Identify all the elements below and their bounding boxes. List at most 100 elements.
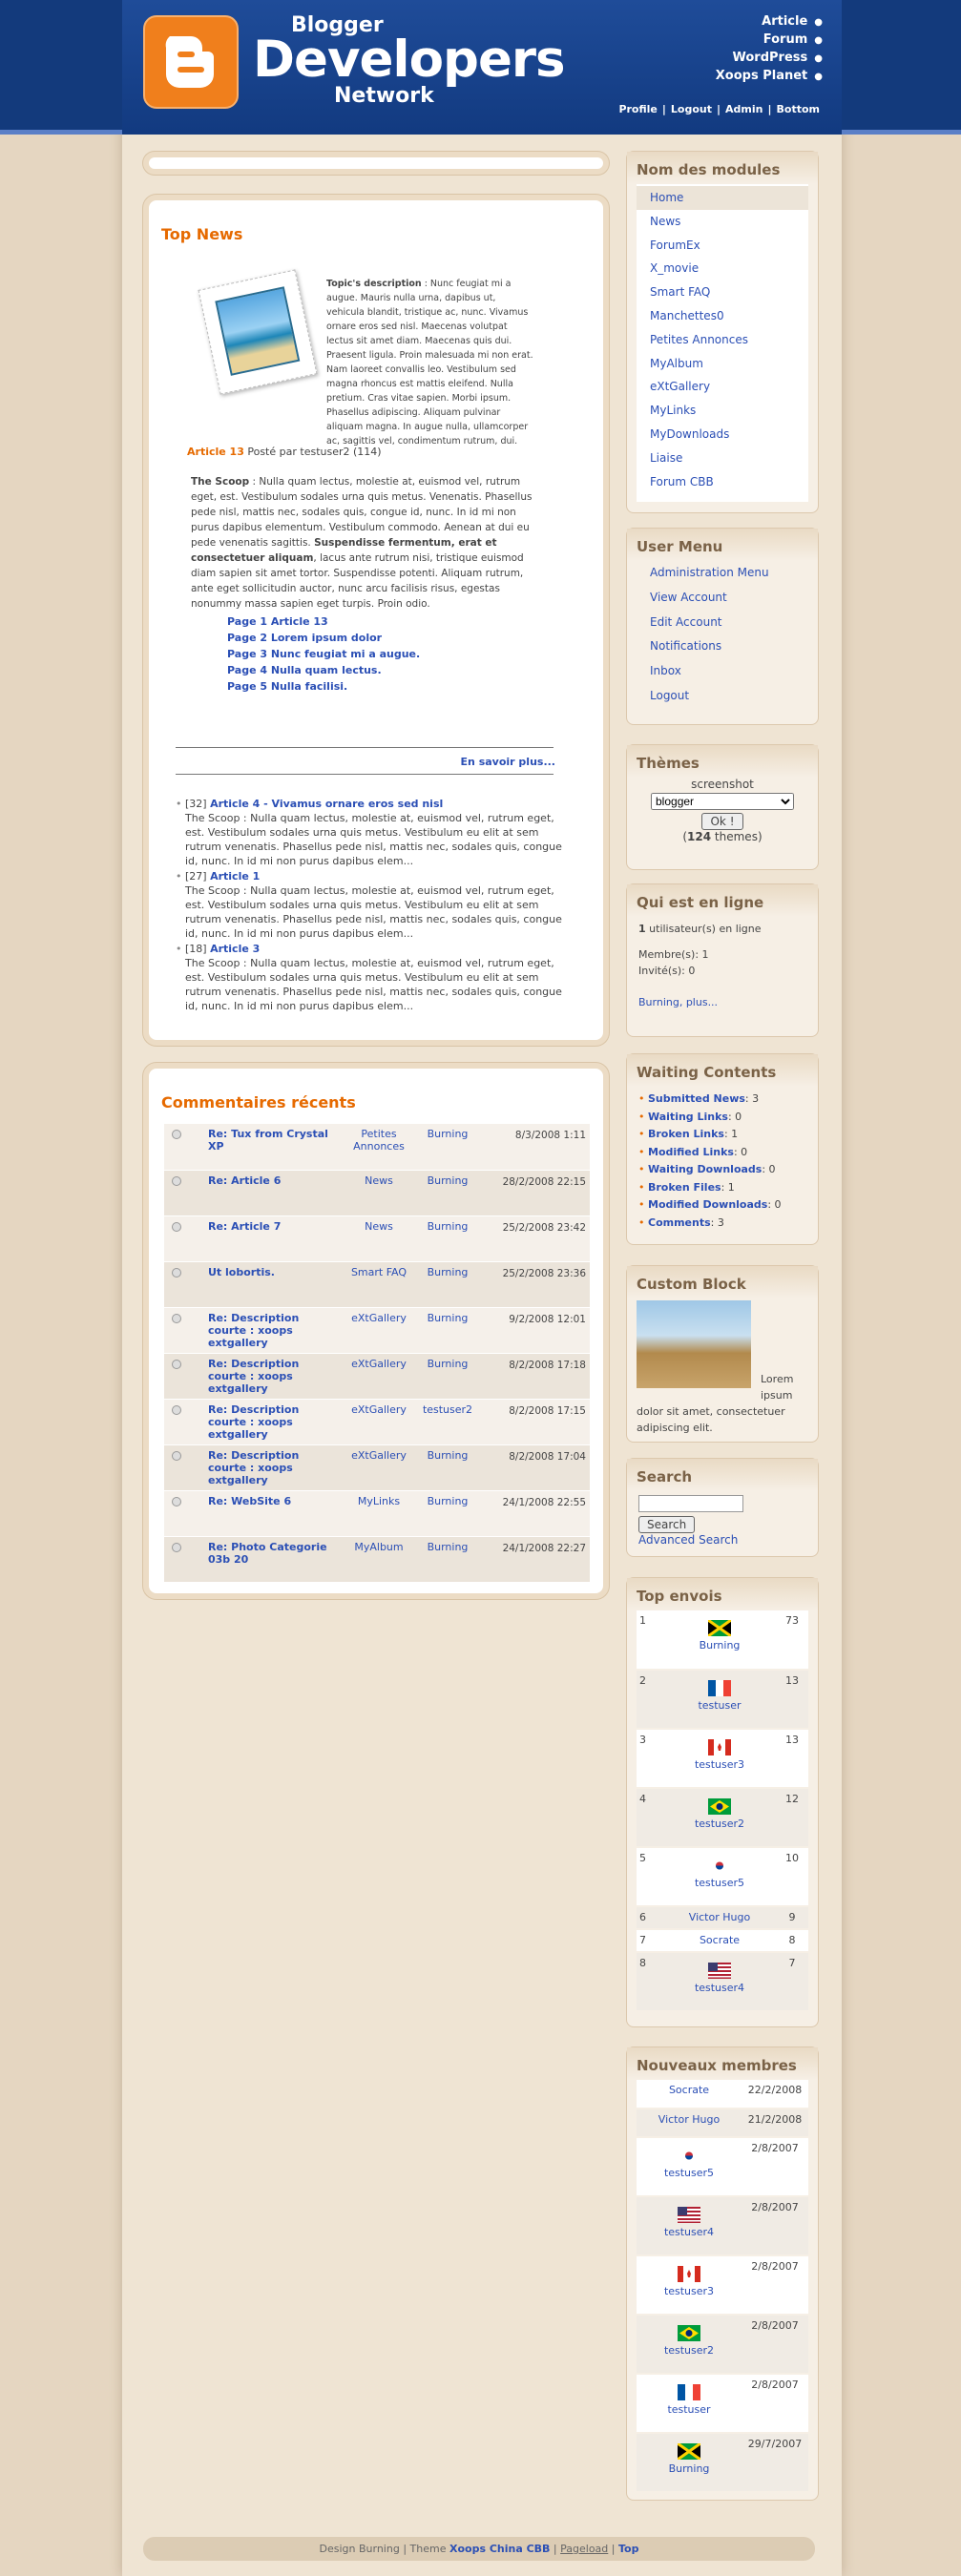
- user-menu-link[interactable]: Notifications: [627, 634, 818, 659]
- read-more-link[interactable]: En savoir plus...: [461, 756, 555, 768]
- page-link[interactable]: Page 4 Nulla quam lectus.: [227, 662, 420, 678]
- member-name[interactable]: Victor Hugo: [658, 2113, 720, 2126]
- comment-user[interactable]: Burning: [416, 1215, 479, 1262]
- online-more-link[interactable]: Burning, plus...: [638, 996, 718, 1008]
- member-name[interactable]: Burning: [669, 2462, 710, 2475]
- waiting-link[interactable]: Modified Links: [648, 1146, 734, 1158]
- member-name[interactable]: testuser: [667, 2403, 710, 2416]
- news-item-title[interactable]: Article 4 - Vivamus ornare eros sed nisl: [210, 798, 443, 810]
- member-name[interactable]: testuser2: [664, 2344, 714, 2357]
- comment-module[interactable]: eXtGallery: [342, 1353, 416, 1400]
- module-link[interactable]: X_movie: [637, 257, 808, 280]
- comment-title[interactable]: Re: Article 6: [189, 1170, 342, 1216]
- profile-link[interactable]: Profile: [618, 103, 657, 115]
- user-menu-link[interactable]: Logout: [627, 684, 818, 709]
- page-link[interactable]: Page 1 Article 13: [227, 613, 420, 630]
- user-menu-link[interactable]: View Account: [627, 586, 818, 611]
- comment-user[interactable]: Burning: [416, 1444, 479, 1491]
- page-link[interactable]: Page 5 Nulla facilisi.: [227, 678, 420, 695]
- module-link[interactable]: News: [637, 210, 808, 234]
- waiting-link[interactable]: Broken Links: [648, 1128, 724, 1140]
- comment-module[interactable]: eXtGallery: [342, 1399, 416, 1445]
- comment-title[interactable]: Re: Photo Categorie 03b 20: [189, 1536, 342, 1583]
- module-link[interactable]: MyAlbum: [637, 352, 808, 376]
- comment-user[interactable]: testuser2: [416, 1399, 479, 1445]
- news-item-title[interactable]: Article 3: [210, 943, 260, 955]
- blogger-logo-icon[interactable]: [143, 15, 239, 109]
- comment-title[interactable]: Re: WebSite 6: [189, 1490, 342, 1537]
- user-menu-link[interactable]: Edit Account: [627, 611, 818, 635]
- comment-user[interactable]: Burning: [416, 1536, 479, 1583]
- poster-name[interactable]: testuser2: [695, 1818, 744, 1830]
- member-name[interactable]: Socrate: [669, 2084, 709, 2096]
- theme-ok-button[interactable]: Ok !: [701, 813, 743, 830]
- comment-title[interactable]: Re: Description courte : xoops extgaller…: [189, 1444, 342, 1491]
- module-link[interactable]: ForumEx: [637, 234, 808, 258]
- bottom-link[interactable]: Bottom: [777, 103, 820, 115]
- search-input[interactable]: [638, 1495, 743, 1512]
- comment-module[interactable]: eXtGallery: [342, 1444, 416, 1491]
- nav-article[interactable]: Article ●: [716, 13, 823, 31]
- waiting-link[interactable]: Comments: [648, 1216, 711, 1229]
- module-link[interactable]: Liaise: [637, 447, 808, 470]
- comment-user[interactable]: Burning: [416, 1307, 479, 1354]
- comment-user[interactable]: Burning: [416, 1124, 479, 1171]
- footer-top-link[interactable]: Top: [618, 2543, 638, 2555]
- user-menu-link[interactable]: Inbox: [627, 659, 818, 684]
- comment-user[interactable]: Burning: [416, 1490, 479, 1537]
- search-button[interactable]: Search: [638, 1516, 696, 1533]
- comment-module[interactable]: News: [342, 1215, 416, 1262]
- module-link[interactable]: Manchettes0: [637, 304, 808, 328]
- comment-title[interactable]: Ut lobortis.: [189, 1261, 342, 1308]
- poster-name[interactable]: Burning: [700, 1639, 741, 1652]
- module-link[interactable]: MyDownloads: [637, 423, 808, 447]
- module-link[interactable]: MyLinks: [637, 399, 808, 423]
- member-name[interactable]: testuser4: [664, 2226, 714, 2238]
- nav-wordpress[interactable]: WordPress ●: [716, 50, 824, 68]
- poster-name[interactable]: testuser: [698, 1699, 741, 1712]
- article-13-link[interactable]: Article 13: [187, 446, 244, 458]
- waiting-link[interactable]: Submitted News: [648, 1092, 745, 1105]
- waiting-link[interactable]: Waiting Links: [648, 1111, 728, 1123]
- comment-title[interactable]: Re: Description courte : xoops extgaller…: [189, 1399, 342, 1445]
- comment-title[interactable]: Re: Article 7: [189, 1215, 342, 1262]
- module-link[interactable]: Petites Annonces: [637, 328, 808, 352]
- waiting-link[interactable]: Waiting Downloads: [648, 1163, 762, 1175]
- module-link[interactable]: eXtGallery: [637, 375, 808, 399]
- logout-link[interactable]: Logout: [671, 103, 712, 115]
- comment-module[interactable]: Smart FAQ: [342, 1261, 416, 1308]
- advanced-search-link[interactable]: Advanced Search: [638, 1533, 738, 1547]
- news-item-title[interactable]: Article 1: [210, 870, 260, 883]
- nav-xoops-planet[interactable]: Xoops Planet ●: [716, 68, 823, 86]
- comment-module[interactable]: MyAlbum: [342, 1536, 416, 1583]
- comment-title[interactable]: Re: Tux from Crystal XP: [189, 1124, 342, 1171]
- admin-link[interactable]: Admin: [725, 103, 763, 115]
- comment-module[interactable]: eXtGallery: [342, 1307, 416, 1354]
- poster-name[interactable]: testuser4: [695, 1982, 744, 1994]
- comment-module[interactable]: News: [342, 1170, 416, 1216]
- module-link[interactable]: Home: [637, 186, 808, 210]
- footer-theme-link[interactable]: Xoops China CBB: [449, 2543, 550, 2555]
- member-name[interactable]: testuser5: [664, 2167, 714, 2179]
- module-link[interactable]: Smart FAQ: [637, 280, 808, 304]
- poster-name[interactable]: Socrate: [700, 1934, 740, 1946]
- comment-user[interactable]: Burning: [416, 1353, 479, 1400]
- comment-module[interactable]: MyLinks: [342, 1490, 416, 1537]
- module-link[interactable]: Forum CBB: [637, 470, 808, 494]
- poster-name[interactable]: testuser3: [695, 1758, 744, 1771]
- comment-user[interactable]: Burning: [416, 1170, 479, 1216]
- page-link[interactable]: Page 2 Lorem ipsum dolor: [227, 630, 420, 646]
- comment-title[interactable]: Re: Description courte : xoops extgaller…: [189, 1307, 342, 1354]
- waiting-link[interactable]: Modified Downloads: [648, 1198, 767, 1211]
- user-menu-link[interactable]: Administration Menu: [627, 561, 818, 586]
- page-link[interactable]: Page 3 Nunc feugiat mi a augue.: [227, 646, 420, 662]
- nav-forum[interactable]: Forum ●: [716, 31, 823, 50]
- footer-pageload[interactable]: Pageload: [560, 2543, 608, 2555]
- theme-select[interactable]: blogger: [651, 793, 794, 810]
- comment-title[interactable]: Re: Description courte : xoops extgaller…: [189, 1353, 342, 1400]
- comment-user[interactable]: Burning: [416, 1261, 479, 1308]
- poster-name[interactable]: Victor Hugo: [689, 1911, 750, 1923]
- comment-module[interactable]: Petites Annonces: [342, 1124, 416, 1171]
- waiting-link[interactable]: Broken Files: [648, 1181, 721, 1194]
- poster-name[interactable]: testuser5: [695, 1877, 744, 1889]
